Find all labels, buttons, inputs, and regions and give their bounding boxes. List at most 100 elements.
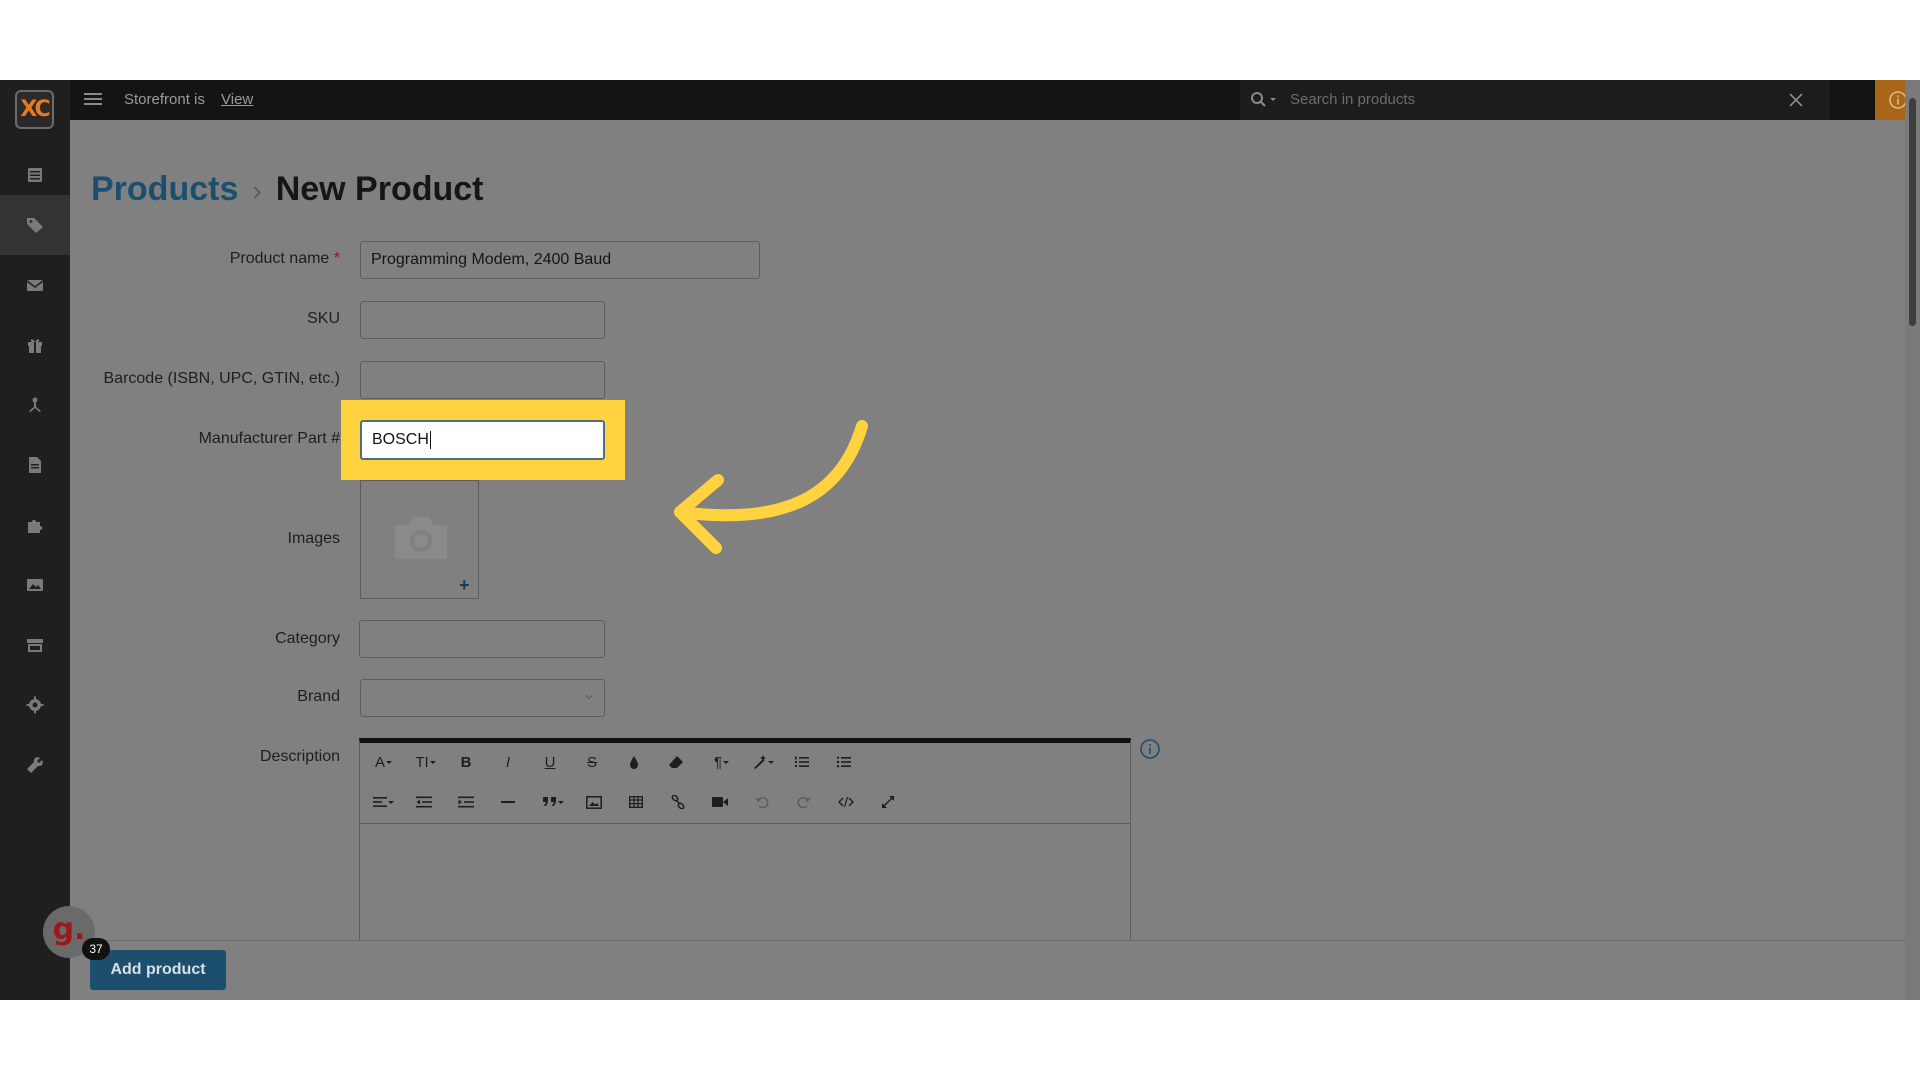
breadcrumb-separator: ›	[252, 175, 262, 206]
italic-button[interactable]: I	[496, 743, 520, 781]
ordered-list-icon	[795, 756, 809, 767]
clear-format-button[interactable]	[664, 743, 688, 781]
paragraph-button[interactable]: ¶	[706, 743, 738, 781]
editor-toolbar-row-1: A TI B I U S ¶	[360, 743, 1130, 781]
sidebar-item-tools[interactable]	[0, 735, 70, 795]
required-mark: *	[333, 250, 340, 267]
view-storefront-link[interactable]: View	[221, 91, 253, 108]
blockquote-button[interactable]	[538, 783, 570, 821]
gift-icon	[28, 339, 42, 353]
undo-icon	[755, 796, 769, 809]
sidebar-item-catalog[interactable]	[0, 195, 70, 255]
unordered-list-button[interactable]	[832, 743, 856, 781]
magic-icon	[754, 755, 766, 769]
breadcrumb: Products › New Product	[91, 170, 484, 209]
strikethrough-button[interactable]: S	[580, 743, 604, 781]
redo-button[interactable]	[792, 783, 816, 821]
align-button[interactable]	[368, 783, 400, 821]
outdent-button[interactable]	[412, 783, 436, 821]
toolbar-divider	[360, 823, 1130, 824]
fullscreen-icon	[882, 796, 894, 808]
breadcrumb-products-link[interactable]: Products	[91, 170, 238, 208]
brand-label: Brand	[297, 688, 340, 705]
caret-down-icon	[723, 761, 730, 764]
link-icon	[671, 795, 685, 809]
sku-input[interactable]	[360, 301, 605, 339]
caret-down-icon	[558, 801, 564, 804]
sidebar-item-media[interactable]	[0, 555, 70, 615]
caret-down-icon	[388, 801, 394, 804]
search-input[interactable]: Search in products	[1290, 91, 1415, 108]
indent-button[interactable]	[454, 783, 478, 821]
sidebar-item-content[interactable]	[0, 435, 70, 495]
sidebar-item-addons[interactable]	[0, 495, 70, 555]
sku-label: SKU	[307, 310, 340, 327]
undo-button[interactable]	[750, 783, 774, 821]
sidebar-item-channels[interactable]	[0, 375, 70, 435]
description-label: Description	[259, 748, 340, 765]
storefront-status-label: Storefront is	[124, 91, 205, 108]
annotation-arrow-icon	[674, 420, 868, 554]
tag-icon	[27, 218, 43, 233]
font-size-button[interactable]: TI	[410, 743, 442, 781]
code-icon	[838, 796, 854, 808]
insert-link-button[interactable]	[666, 783, 690, 821]
unordered-list-icon	[836, 756, 851, 768]
info-icon[interactable]	[1139, 738, 1161, 760]
notification-badge: 37	[82, 938, 110, 960]
bold-button[interactable]: B	[454, 743, 478, 781]
fullscreen-button[interactable]	[876, 783, 900, 821]
envelope-icon	[26, 280, 44, 291]
manufacturer-part-label: Manufacturer Part #	[198, 430, 340, 447]
product-name-input[interactable]: Programming Modem, 2400 Baud	[360, 241, 760, 279]
text-color-button[interactable]	[622, 743, 646, 781]
barcode-label: Barcode (ISBN, UPC, GTIN, etc.)	[103, 370, 341, 387]
sitemap-icon	[29, 397, 41, 412]
caret-down-icon	[386, 761, 392, 764]
eraser-icon	[669, 756, 683, 768]
editor-toolbar-row-2	[360, 783, 1130, 821]
sidebar-item-store[interactable]	[0, 615, 70, 675]
indent-icon	[458, 796, 474, 808]
insert-image-button[interactable]	[582, 783, 606, 821]
image-upload-box[interactable]: +	[360, 480, 479, 599]
image-icon	[586, 795, 602, 809]
align-icon	[373, 797, 387, 807]
images-label: Images	[287, 530, 340, 547]
ordered-list-button[interactable]	[790, 743, 814, 781]
puzzle-icon	[28, 519, 43, 533]
style-button[interactable]	[748, 743, 780, 781]
quote-icon	[543, 797, 556, 806]
font-family-button[interactable]: A	[368, 743, 400, 781]
wrench-icon	[27, 757, 43, 773]
brand-select[interactable]	[360, 679, 605, 717]
hr-icon	[501, 801, 515, 803]
sticky-action-bar: Add product	[70, 940, 1905, 1000]
scrollbar[interactable]	[1905, 80, 1920, 1000]
page-title: New Product	[275, 170, 484, 208]
store-icon	[27, 639, 43, 652]
scrollbar-thumb[interactable]	[1909, 98, 1916, 326]
manufacturer-part-input[interactable]: BOSCH	[360, 420, 605, 460]
add-product-button[interactable]: Add product	[90, 950, 226, 990]
insert-video-button[interactable]	[708, 783, 732, 821]
code-view-button[interactable]	[834, 783, 858, 821]
sidebar: XC	[0, 80, 70, 1000]
add-image-icon[interactable]: +	[459, 575, 470, 596]
logo[interactable]: XC	[15, 90, 54, 129]
category-input[interactable]	[359, 620, 605, 658]
menu-icon[interactable]	[82, 90, 104, 110]
sidebar-item-settings[interactable]	[0, 675, 70, 735]
top-bar: Storefront is View Search in products	[70, 80, 1920, 120]
insert-table-button[interactable]	[624, 783, 648, 821]
drop-icon	[630, 756, 638, 769]
file-icon	[29, 457, 41, 473]
barcode-input[interactable]	[360, 361, 605, 399]
search-icon[interactable]	[1250, 91, 1280, 109]
sidebar-item-messages[interactable]	[0, 255, 70, 315]
horizontal-rule-button[interactable]	[496, 783, 520, 821]
redo-icon	[797, 796, 811, 809]
close-icon[interactable]	[1788, 92, 1804, 108]
underline-button[interactable]: U	[538, 743, 562, 781]
sidebar-item-promotions[interactable]	[0, 315, 70, 375]
